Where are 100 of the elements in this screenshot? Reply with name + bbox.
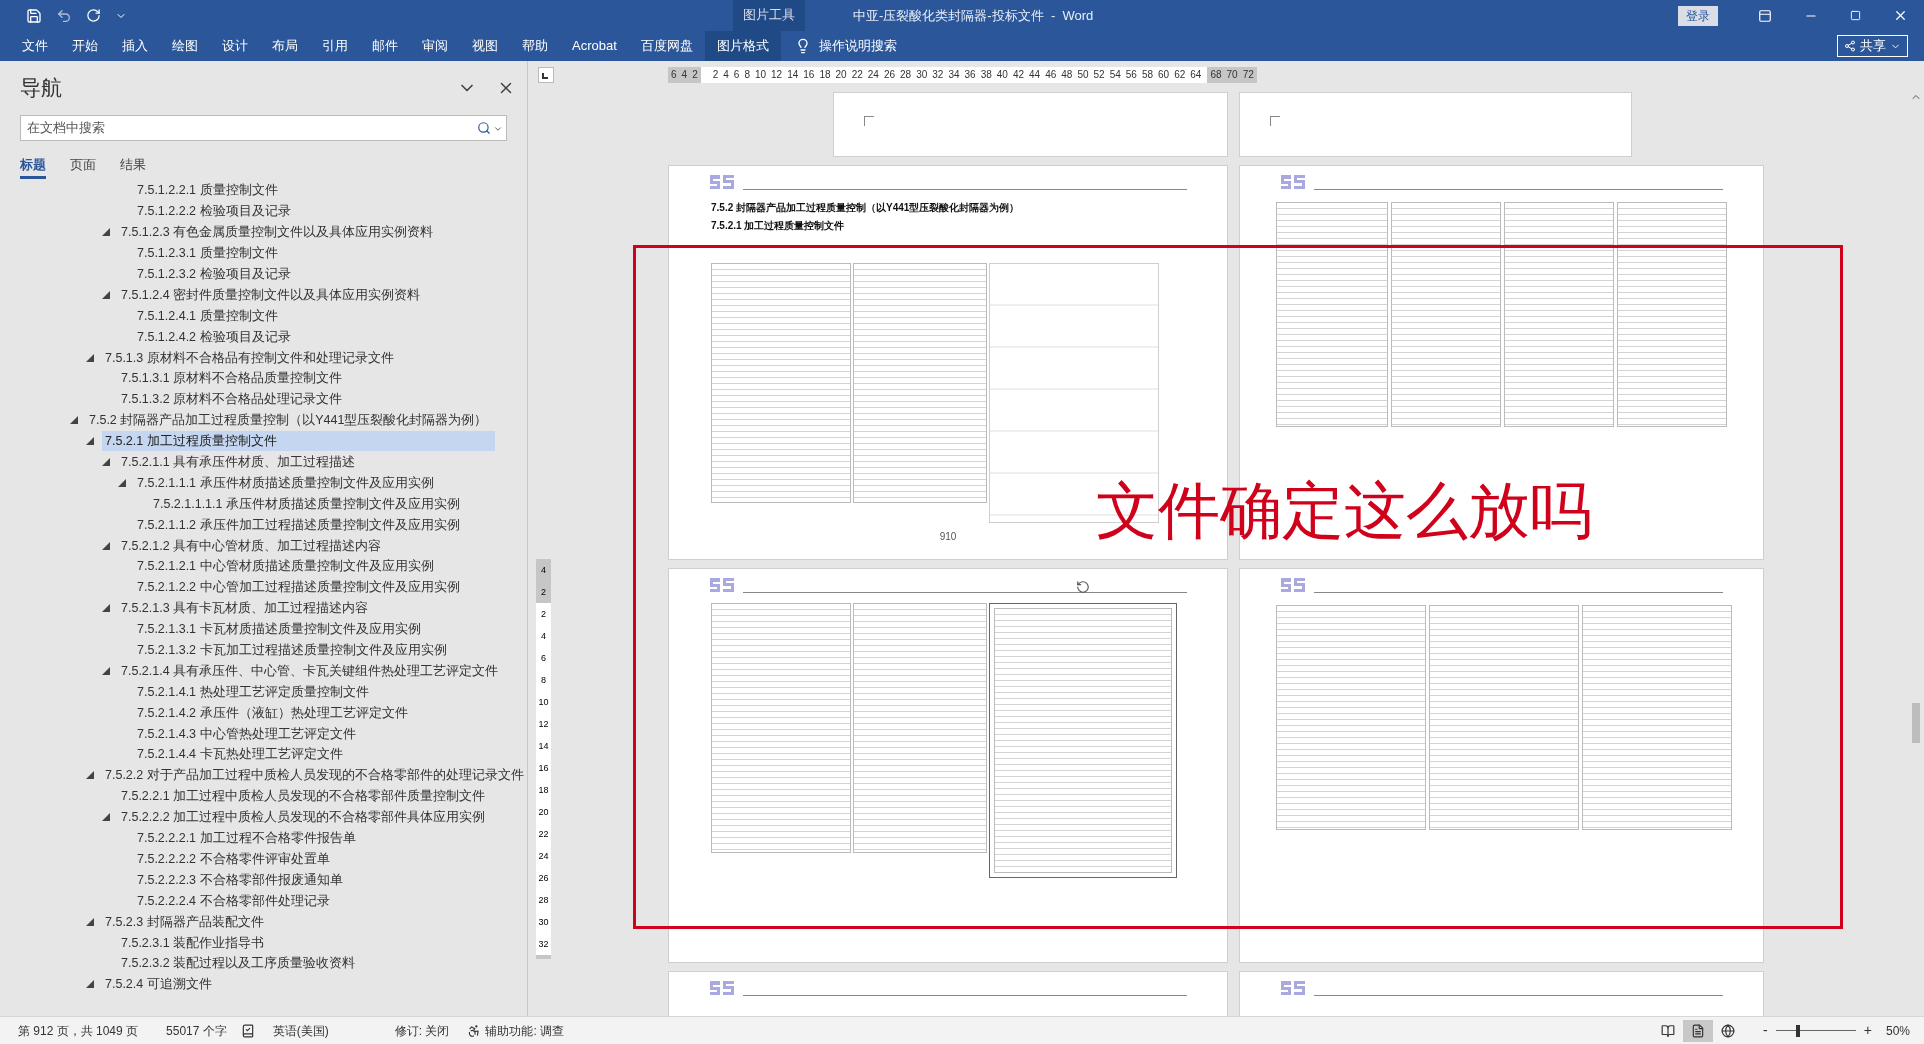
ribbon-tab[interactable]: 开始 xyxy=(60,31,110,61)
heading-item[interactable]: 7.5.2.1.4.4 卡瓦热处理工艺评定文件 xyxy=(134,744,495,765)
heading-item[interactable]: 7.5.2.1.1.1.1 承压件材质描述质量控制文件及应用实例 xyxy=(150,493,495,514)
save-icon[interactable] xyxy=(26,7,42,24)
heading-item[interactable]: 7.5.2.1.1 具有承压件材质、加工过程描述 xyxy=(118,452,495,472)
heading-item[interactable]: 7.5.2.2.2.4 不合格零部件处理记录 xyxy=(134,890,495,911)
expanded-triangle-icon[interactable] xyxy=(86,980,94,989)
heading-item[interactable]: 7.5.2.1.4.1 热处理工艺评定质量控制文件 xyxy=(134,681,495,702)
expanded-triangle-icon[interactable] xyxy=(102,290,110,299)
ribbon-tab[interactable]: 邮件 xyxy=(360,31,410,61)
heading-item[interactable]: 7.5.1.2.4.1 质量控制文件 xyxy=(134,305,495,326)
search-options-icon[interactable] xyxy=(493,124,503,134)
expanded-triangle-icon[interactable] xyxy=(118,478,126,487)
pane-tab[interactable]: 结果 xyxy=(120,155,146,179)
heading-item[interactable]: 7.5.2.1.4.3 中心管热处理工艺评定文件 xyxy=(134,723,495,744)
heading-item[interactable]: 7.5.2.2 对于产品加工过程中质检人员发现的不合格零部件的处理记录文件 xyxy=(102,765,527,786)
expanded-triangle-icon[interactable] xyxy=(86,917,94,926)
language[interactable]: 英语(美国) xyxy=(272,1021,329,1040)
heading-item[interactable]: 7.5.2.2.2.1 加工过程不合格零件报告单 xyxy=(134,828,495,849)
heading-item[interactable]: 7.5.1.3.2 原材料不合格品处理记录文件 xyxy=(118,389,495,410)
pane-tab[interactable]: 标题 xyxy=(20,155,46,179)
heading-item[interactable]: 7.5.2.1.3 具有卡瓦材质、加工过程描述内容 xyxy=(118,598,495,619)
heading-item[interactable]: 7.5.2.2.1 加工过程中质检人员发现的不合格零部件质量控制文件 xyxy=(118,786,495,807)
rotate-handle-icon[interactable] xyxy=(1076,580,1090,594)
pane-tab[interactable]: 页面 xyxy=(70,155,96,179)
heading-item[interactable]: 7.5.2.1.1.2 承压件加工过程描述质量控制文件及应用实例 xyxy=(134,514,495,535)
ribbon-tab[interactable]: 视图 xyxy=(460,31,510,61)
zoom-level[interactable]: 50% xyxy=(1885,1021,1910,1040)
heading-item[interactable]: 7.5.2.1.3.1 卡瓦材质描述质量控制文件及应用实例 xyxy=(134,619,495,640)
heading-item[interactable]: 7.5.2.1.2 具有中心管材质、加工过程描述内容 xyxy=(118,535,495,556)
zoom-slider[interactable] xyxy=(1775,1024,1856,1037)
expanded-triangle-icon[interactable] xyxy=(102,228,110,237)
redo-icon[interactable] xyxy=(86,8,101,23)
expanded-triangle-icon[interactable] xyxy=(102,604,110,613)
expanded-triangle-icon[interactable] xyxy=(70,416,78,425)
expanded-triangle-icon[interactable] xyxy=(102,541,110,550)
zoom-in-button[interactable]: + xyxy=(1863,1020,1872,1041)
ruler-number: 56 xyxy=(1125,68,1137,82)
ribbon-tab[interactable]: 文件 xyxy=(10,31,60,61)
restore-icon[interactable] xyxy=(1850,10,1861,21)
expanded-triangle-icon[interactable] xyxy=(86,353,94,362)
heading-item[interactable]: 7.5.2.3 封隔器产品装配文件 xyxy=(102,911,495,932)
expanded-triangle-icon[interactable] xyxy=(102,666,110,675)
ribbon-tab[interactable]: 插入 xyxy=(110,31,160,61)
word-count[interactable]: 55017 个字 xyxy=(166,1021,227,1040)
accessibility-status[interactable]: 辅助功能: 调查 xyxy=(485,1021,565,1040)
heading-item[interactable]: 7.5.1.2.2.2 检验项目及记录 xyxy=(134,201,495,222)
heading-item[interactable]: 7.5.1.2.2.1 质量控制文件 xyxy=(134,180,495,201)
ribbon-tab[interactable]: 绘图 xyxy=(160,31,210,61)
expanded-triangle-icon[interactable] xyxy=(86,771,94,780)
expanded-triangle-icon[interactable] xyxy=(102,813,110,822)
heading-item[interactable]: 7.5.1.2.3.1 质量控制文件 xyxy=(134,243,495,264)
scroll-thumb[interactable] xyxy=(1912,703,1920,743)
ribbon-tab[interactable]: 布局 xyxy=(260,31,310,61)
heading-item[interactable]: 7.5.2.3.1 装配作业指导书 xyxy=(118,932,495,953)
heading-item[interactable]: 7.5.2.2.2.3 不合格零部件报废通知单 xyxy=(134,869,495,890)
heading-item[interactable]: 7.5.2.1.2.2 中心管加工过程描述质量控制文件及应用实例 xyxy=(134,577,495,598)
sign-in-button[interactable]: 登录 xyxy=(1678,5,1718,26)
proofing-icon[interactable] xyxy=(240,1023,255,1038)
page-count[interactable]: 第 912 页，共 1049 页 xyxy=(18,1021,139,1040)
heading-item[interactable]: 7.5.2.1.1.1 承压件材质描述质量控制文件及应用实例 xyxy=(134,472,495,493)
heading-item[interactable]: 7.5.2 封隔器产品加工过程质量控制（以Y441型压裂酸化封隔器为例） xyxy=(86,410,495,431)
tell-me-search[interactable]: 操作说明搜索 xyxy=(818,36,897,56)
zoom-out-button[interactable]: - xyxy=(1763,1020,1768,1041)
heading-item[interactable]: 7.5.1.2.4 密封件质量控制文件以及具体应用实例资料 xyxy=(118,284,495,305)
ribbon-tab[interactable]: Acrobat xyxy=(560,31,629,61)
heading-item[interactable]: 7.5.2.1.4.2 承压件（液缸）热处理工艺评定文件 xyxy=(134,702,495,723)
heading-item[interactable]: 7.5.1.2.3.2 检验项目及记录 xyxy=(134,264,495,284)
heading-item[interactable]: 7.5.2.1.3.2 卡瓦加工过程描述质量控制文件及应用实例 xyxy=(134,640,495,661)
tab-selector-icon[interactable] xyxy=(538,67,554,83)
ribbon-tab[interactable]: 百度网盘 xyxy=(628,31,705,61)
search-field[interactable]: 在文档中搜索 xyxy=(20,115,507,141)
heading-item[interactable]: 7.5.2.1.2.1 中心管材质描述质量控制文件及应用实例 xyxy=(134,556,495,577)
heading-item[interactable]: 7.5.2.1 加工过程质量控制文件 xyxy=(102,431,495,452)
ruler-number: 14 xyxy=(536,735,551,757)
heading-item[interactable]: 7.5.1.2.4.2 检验项目及记录 xyxy=(134,326,495,347)
zoom-thumb[interactable] xyxy=(1796,1024,1801,1037)
heading-item[interactable]: 7.5.1.2.3 有色金属质量控制文件以及具体应用实例资料 xyxy=(118,222,495,243)
ribbon-display-icon[interactable] xyxy=(1758,8,1772,23)
heading-item[interactable]: 7.5.2.2.2 加工过程中质检人员发现的不合格零部件具体应用实例 xyxy=(118,807,495,828)
ruler-number: 8 xyxy=(536,669,551,691)
track-changes-status[interactable]: 修订: 关闭 xyxy=(394,1021,450,1040)
expanded-triangle-icon[interactable] xyxy=(102,458,110,466)
heading-item[interactable]: 7.5.2.3.2 装配过程以及工序质量验收资料 xyxy=(118,953,495,974)
ribbon-tab[interactable]: 引用 xyxy=(310,31,360,61)
ribbon-tab[interactable]: 图片格式 xyxy=(704,31,781,61)
heading-item[interactable]: 7.5.1.3 原材料不合格品有控制文件和处理记录文件 xyxy=(102,347,495,368)
ribbon-tab[interactable]: 审阅 xyxy=(410,31,460,61)
heading-item[interactable]: 7.5.2.4 可追溯文件 xyxy=(102,974,495,995)
view-button[interactable] xyxy=(1683,1019,1714,1042)
heading-item[interactable]: 7.5.2.1.4 具有承压件、中心管、卡瓦关键组件热处理工艺评定文件 xyxy=(118,660,502,681)
ribbon-tab[interactable]: 帮助 xyxy=(510,31,560,61)
close-icon[interactable] xyxy=(1893,8,1908,23)
heading-item[interactable]: 7.5.1.3.1 原材料不合格品质量控制文件 xyxy=(118,368,495,389)
share-button[interactable]: 共享 xyxy=(1837,35,1908,57)
heading-item[interactable]: 7.5.2.2.2.2 不合格零件评审处置单 xyxy=(134,848,495,869)
expanded-triangle-icon[interactable] xyxy=(86,437,94,446)
ribbon-tab[interactable]: 设计 xyxy=(210,31,260,61)
search-icon[interactable] xyxy=(477,121,491,135)
undo-icon[interactable] xyxy=(56,7,72,24)
